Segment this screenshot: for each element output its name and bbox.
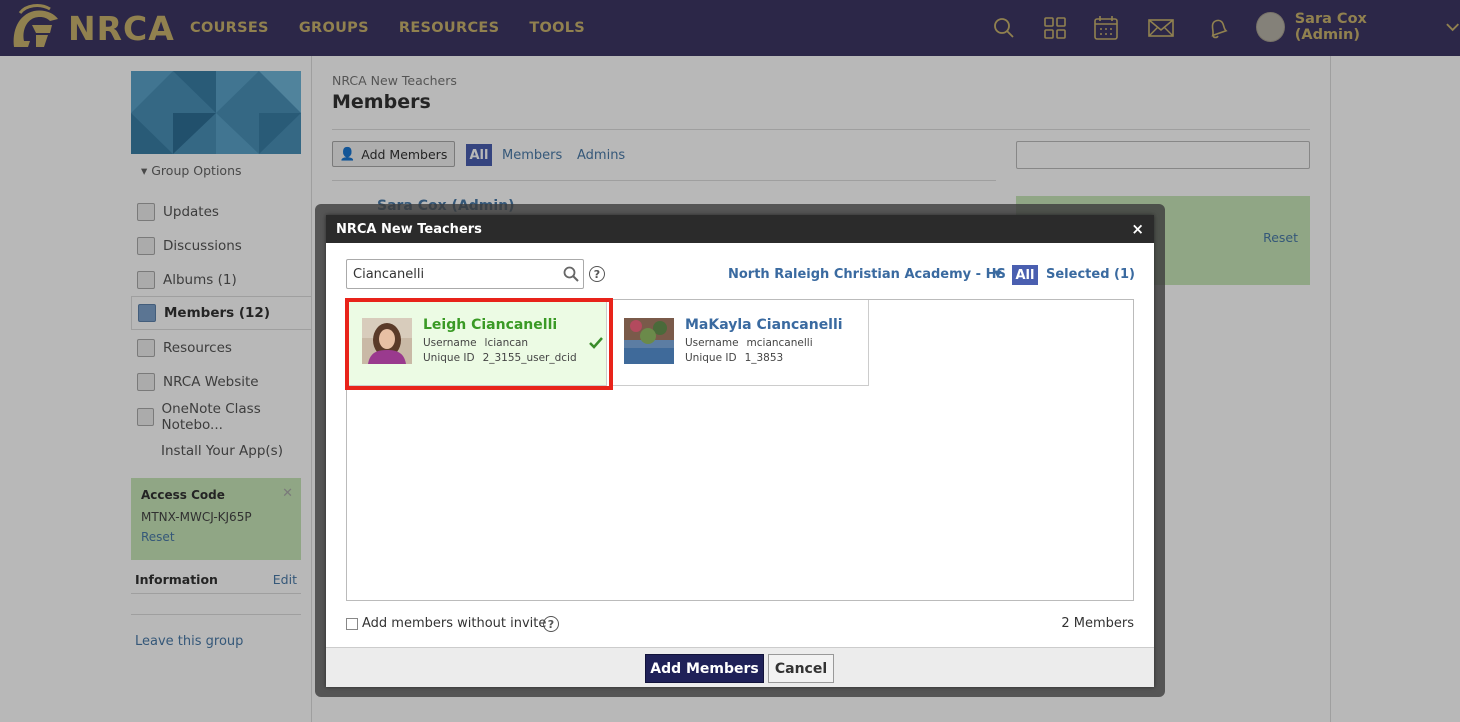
dialog-footer: Add Members Cancel xyxy=(326,647,1154,687)
cancel-button[interactable]: Cancel xyxy=(768,654,834,683)
tab-selected[interactable]: Selected (1) xyxy=(1046,267,1135,282)
user-photo xyxy=(362,318,412,364)
close-icon[interactable]: × xyxy=(1131,220,1144,238)
chevron-down-icon[interactable]: ▼ xyxy=(994,269,1002,280)
help-icon[interactable]: ? xyxy=(543,616,559,632)
result-card[interactable]: MaKayla Ciancanelli Username mciancanelli… xyxy=(609,300,869,386)
username-value: lciancan xyxy=(484,337,529,349)
username-label: Username xyxy=(685,337,739,349)
add-members-dialog: NRCA New Teachers × ? North Raleigh Chri… xyxy=(326,215,1154,687)
result-card[interactable]: Leigh Ciancanelli Username lciancan Uniqu… xyxy=(347,300,607,386)
unique-id-label: Unique ID xyxy=(423,352,475,364)
unique-id-value: 2_3155_user_dcid xyxy=(482,352,577,364)
user-search-input[interactable] xyxy=(346,259,584,289)
username-label: Username xyxy=(423,337,477,349)
unique-id-label: Unique ID xyxy=(685,352,737,364)
add-members-submit-button[interactable]: Add Members xyxy=(645,654,764,683)
school-selector[interactable]: North Raleigh Christian Academy - HS xyxy=(728,267,1006,282)
result-username: Username mciancanelli xyxy=(685,337,813,349)
dialog-header: NRCA New Teachers × xyxy=(326,215,1154,243)
result-name: MaKayla Ciancanelli xyxy=(685,317,843,333)
search-results-list: Leigh Ciancanelli Username lciancan Uniqu… xyxy=(346,299,1134,601)
username-value: mciancanelli xyxy=(746,337,813,349)
help-icon[interactable]: ? xyxy=(589,266,605,282)
checkmark-icon xyxy=(589,337,603,349)
member-count: 2 Members xyxy=(1061,616,1134,631)
result-unique-id: Unique ID 1_3853 xyxy=(685,352,783,364)
result-unique-id: Unique ID 2_3155_user_dcid xyxy=(423,352,577,364)
result-name: Leigh Ciancanelli xyxy=(423,317,558,333)
tab-all[interactable]: All xyxy=(1012,265,1038,285)
result-username: Username lciancan xyxy=(423,337,528,349)
add-without-invite-checkbox[interactable] xyxy=(346,618,358,630)
search-icon[interactable] xyxy=(562,265,580,283)
add-without-invite-label[interactable]: Add members without invite xyxy=(362,616,546,631)
dialog-title: NRCA New Teachers xyxy=(336,221,482,237)
user-photo xyxy=(624,318,674,364)
unique-id-value: 1_3853 xyxy=(744,352,784,364)
